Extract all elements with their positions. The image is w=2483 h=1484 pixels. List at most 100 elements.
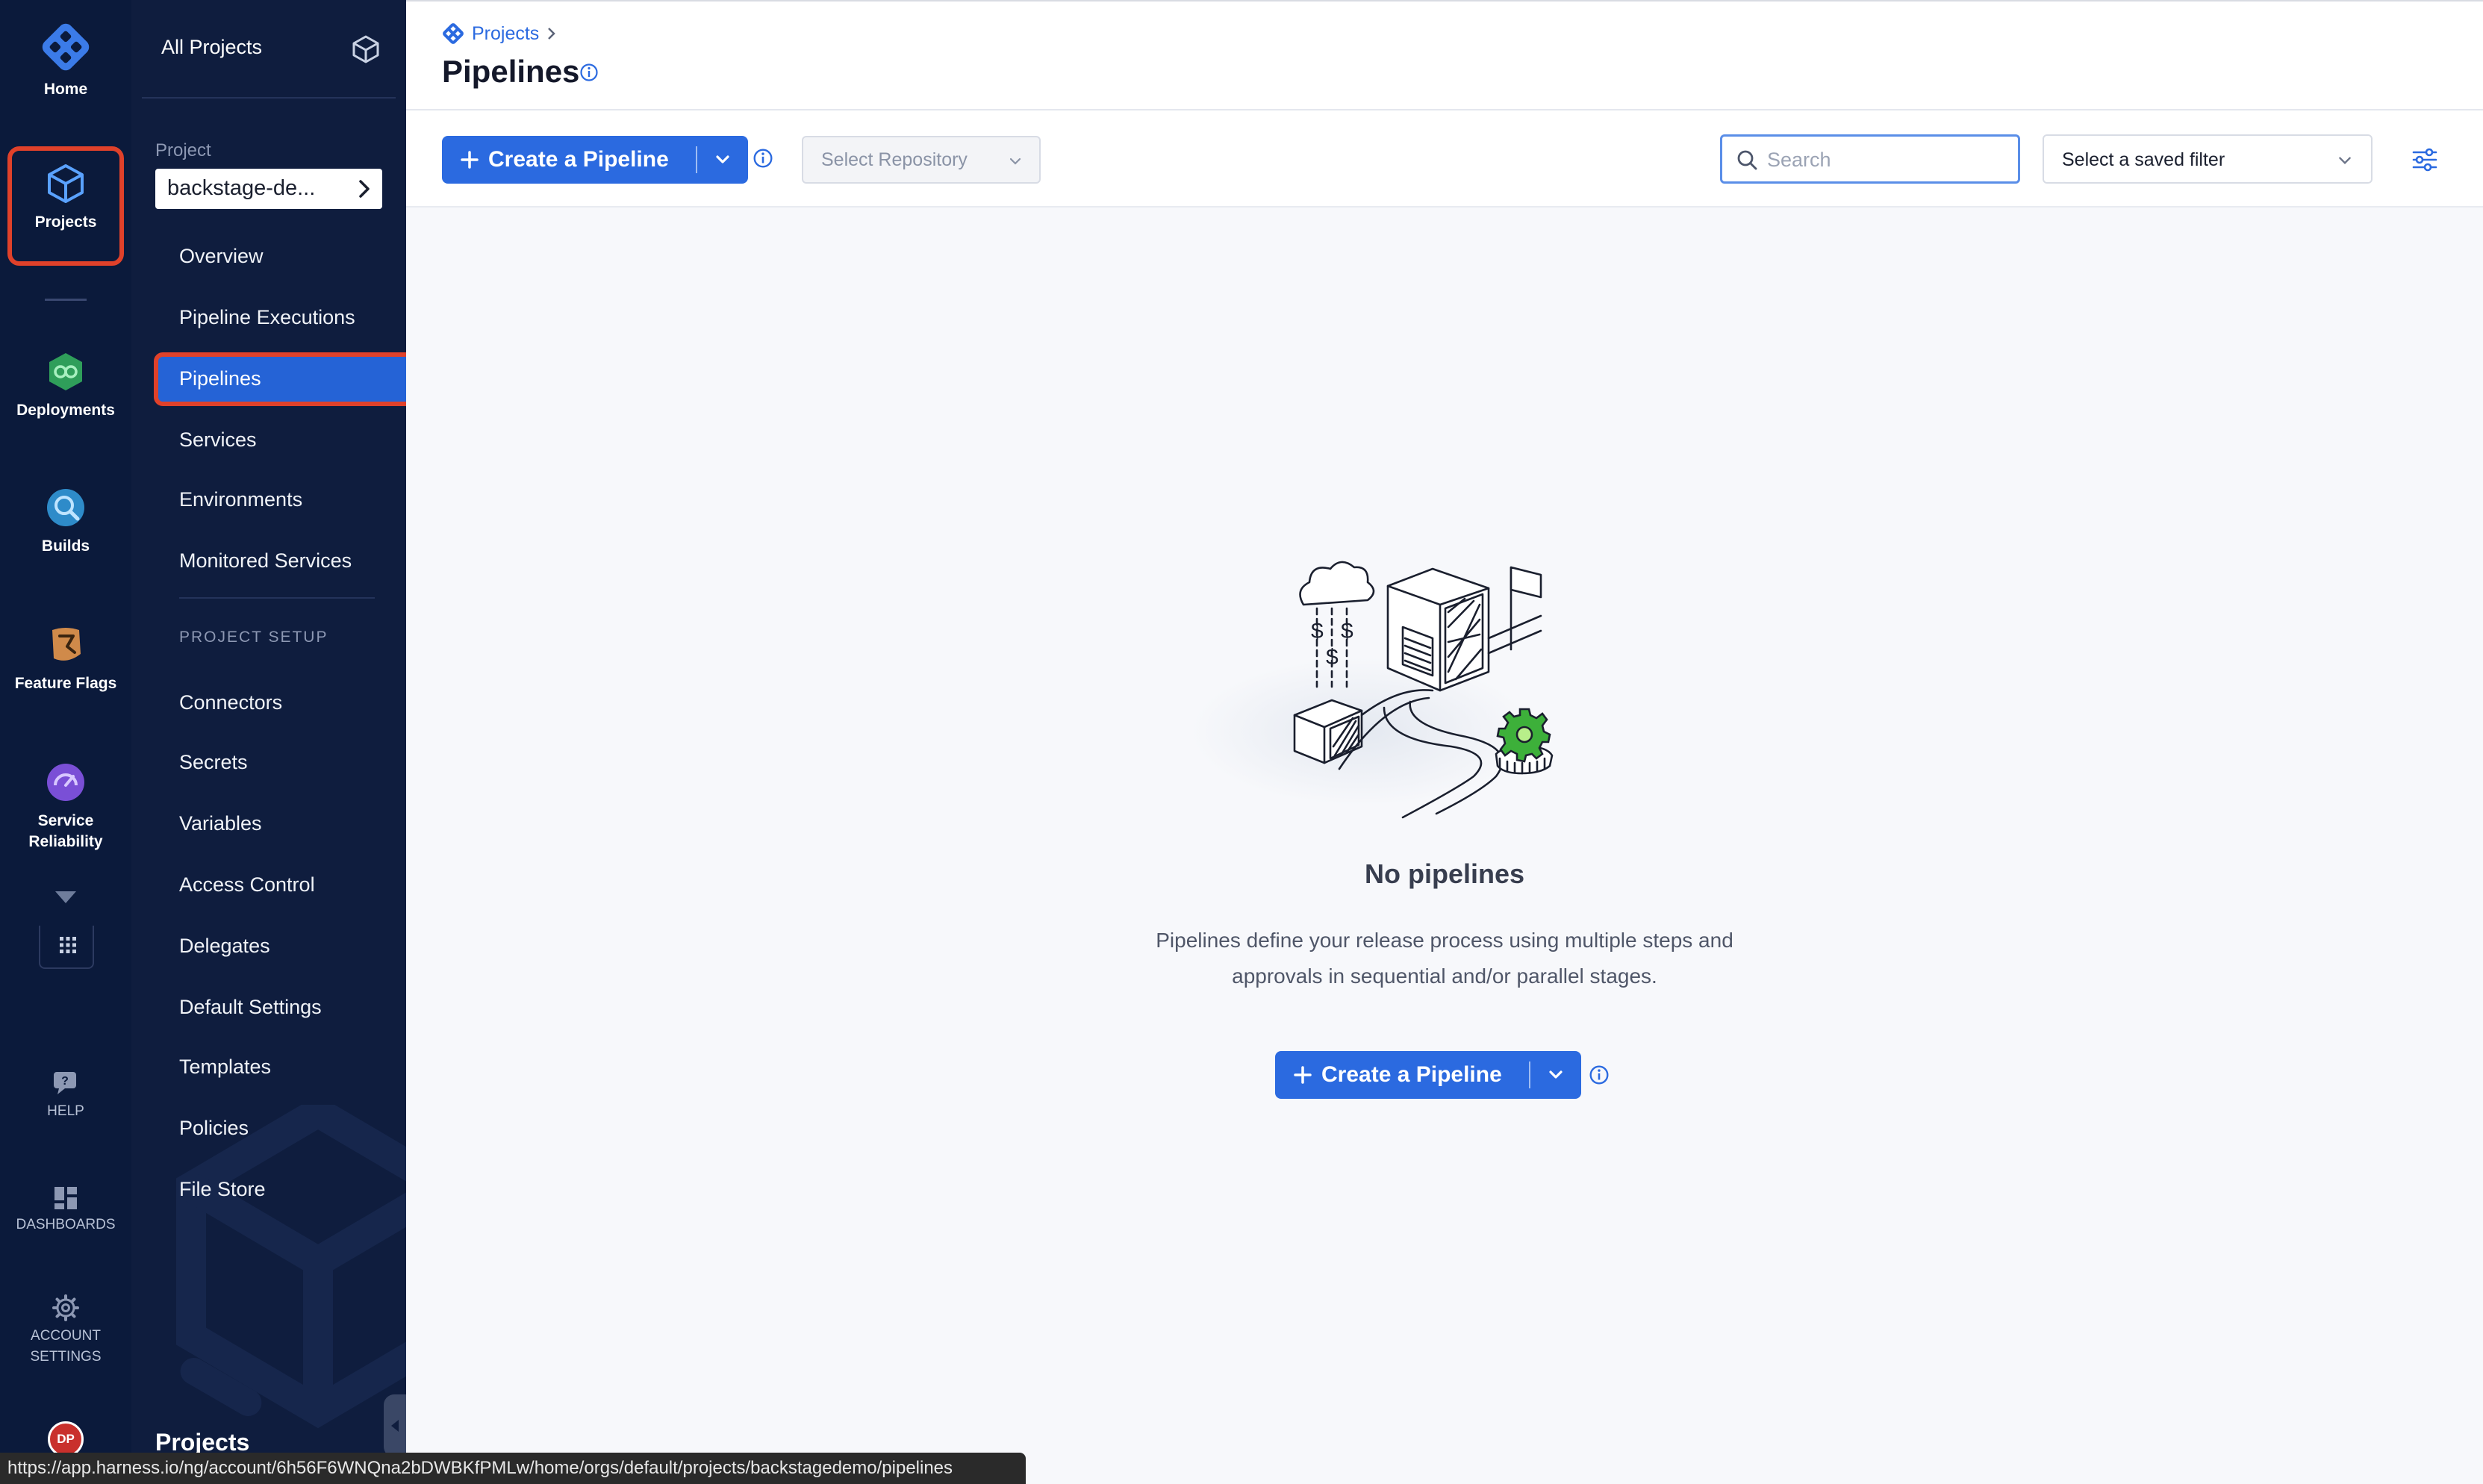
sidebar-item-services[interactable]: Services: [179, 427, 257, 452]
primary-nav: Home Projects Deployments Builds Feature…: [0, 0, 131, 1484]
sidebar-item-overview[interactable]: Overview: [179, 243, 264, 269]
chevron-down-icon: [2339, 157, 2351, 165]
harness-logo-icon: [42, 23, 90, 71]
nav-builds[interactable]: Builds: [0, 487, 131, 557]
create-pipeline-label: Create a Pipeline: [488, 147, 669, 172]
sidebar-collapse-handle[interactable]: [384, 1394, 406, 1457]
grid-icon: [60, 937, 76, 953]
sidebar-item-connectors[interactable]: Connectors: [179, 690, 282, 715]
sidebar-item-delegates[interactable]: Delegates: [179, 933, 270, 958]
search-placeholder: Search: [1767, 149, 1831, 171]
sidebar-item-secrets[interactable]: Secrets: [179, 749, 248, 775]
sidebar-item-environments[interactable]: Environments: [179, 487, 302, 512]
nav-service-reliability[interactable]: Service Reliability: [0, 761, 131, 852]
svg-text:$: $: [1326, 645, 1339, 670]
chevron-right-icon: [359, 180, 370, 198]
saved-filter-dropdown[interactable]: Select a saved filter: [2043, 134, 2373, 184]
plus-icon: [461, 151, 479, 169]
sidebar-item-default-settings[interactable]: Default Settings: [179, 994, 322, 1020]
sidebar-watermark-logo: [176, 1105, 406, 1429]
select-repository-dropdown[interactable]: Select Repository: [802, 136, 1041, 184]
harness-breadcrumb-icon: [443, 23, 464, 44]
project-caption: Project: [155, 140, 211, 160]
all-projects-link[interactable]: All Projects: [161, 36, 262, 59]
info-icon[interactable]: [579, 63, 599, 82]
search-input[interactable]: Search: [1720, 134, 2020, 184]
nav-help-label: HELP: [47, 1103, 84, 1119]
nav-dashboards-label: DASHBOARDS: [16, 1217, 116, 1232]
empty-state-title: No pipelines: [1364, 858, 1525, 889]
breadcrumb-projects-link[interactable]: Projects: [472, 23, 539, 45]
nav-projects-label: Projects: [34, 213, 97, 231]
breadcrumb-chevron-icon: [548, 28, 556, 40]
nav-projects[interactable]: Projects: [0, 163, 131, 233]
chevron-down-icon[interactable]: [1547, 1066, 1565, 1084]
nav-deployments[interactable]: Deployments: [0, 351, 131, 421]
nav-account-settings[interactable]: ACCOUNT SETTINGS: [0, 1294, 131, 1368]
sidebar-item-pipeline-executions[interactable]: Pipeline Executions: [179, 305, 355, 330]
cube-icon: [48, 164, 84, 203]
nav-feature-flags[interactable]: Feature Flags: [0, 624, 131, 694]
nav-home[interactable]: Home: [0, 22, 131, 100]
create-pipeline-button[interactable]: Create a Pipeline: [442, 136, 748, 184]
page-title: Pipelines: [442, 54, 580, 89]
main-content: Projects Pipelines Create a Pipeline Sel…: [406, 0, 2483, 1484]
project-selector-value: backstage-de...: [167, 176, 316, 200]
nav-dashboards[interactable]: DASHBOARDS: [0, 1185, 131, 1235]
nav-deployments-label: Deployments: [16, 402, 115, 419]
sidebar-item-access-control[interactable]: Access Control: [179, 872, 315, 897]
all-projects-cube-icon[interactable]: [351, 34, 381, 64]
pipelines-toolbar: Create a Pipeline Select Repository Sear…: [406, 110, 2483, 208]
saved-filter-value: Select a saved filter: [2062, 149, 2225, 170]
help-icon: ?: [54, 1072, 76, 1094]
empty-state-description: Pipelines define your release process us…: [1156, 929, 1733, 988]
nav-account-settings-label: ACCOUNT SETTINGS: [30, 1328, 102, 1365]
sidebar-divider: [142, 97, 396, 99]
nav-service-reliability-label: Service Reliability: [28, 812, 103, 850]
sidebar-item-pipelines[interactable]: Pipelines: [179, 366, 261, 391]
project-selector[interactable]: backstage-de...: [155, 169, 382, 209]
filter-settings-icon[interactable]: [2411, 146, 2438, 173]
empty-create-pipeline-button[interactable]: Create a Pipeline: [1275, 1051, 1581, 1099]
nav-apps-button[interactable]: [39, 926, 94, 969]
sidebar-item-variables[interactable]: Variables: [179, 811, 262, 836]
sidebar-item-templates[interactable]: Templates: [179, 1054, 271, 1079]
empty-create-info-icon[interactable]: [1589, 1064, 1610, 1085]
nav-help[interactable]: ? HELP: [0, 1069, 131, 1121]
nav-expand-chevron-icon[interactable]: [54, 890, 78, 905]
service-reliability-icon: [47, 764, 84, 801]
deployments-icon: [49, 353, 82, 390]
nav-feature-flags-label: Feature Flags: [14, 675, 117, 692]
nav-home-label: Home: [43, 81, 88, 98]
svg-text:$: $: [1341, 619, 1353, 643]
sidebar-item-policies[interactable]: Policies: [179, 1115, 249, 1141]
gear-icon: [52, 1294, 79, 1321]
collapse-arrow-icon: [391, 1420, 399, 1432]
empty-create-pipeline-label: Create a Pipeline: [1321, 1062, 1502, 1087]
svg-text:$: $: [1311, 619, 1324, 643]
project-sidebar: All Projects Project backstage-de... Ove…: [131, 0, 406, 1484]
project-setup-heading: PROJECT SETUP: [179, 629, 328, 646]
svg-text:?: ?: [61, 1075, 69, 1088]
dashboards-icon: [54, 1187, 77, 1209]
chevron-down-icon[interactable]: [714, 151, 732, 169]
empty-pipeline-illustration: $ $ $: [1293, 561, 1554, 819]
select-repository-placeholder: Select Repository: [821, 149, 968, 170]
create-info-icon[interactable]: [753, 148, 773, 169]
sidebar-divider: [179, 597, 375, 599]
button-divider: [696, 146, 697, 173]
sidebar-item-monitored-services[interactable]: Monitored Services: [179, 548, 352, 573]
chevron-down-icon: [1009, 158, 1021, 165]
sidebar-item-file-store[interactable]: File Store: [179, 1176, 266, 1202]
builds-icon: [47, 489, 84, 526]
browser-status-url: https://app.harness.io/ng/account/6h56F6…: [0, 1453, 1026, 1484]
nav-builds-label: Builds: [41, 537, 90, 555]
nav-separator: [45, 299, 87, 301]
plus-icon: [1294, 1066, 1312, 1084]
page-header: Projects Pipelines: [406, 0, 2483, 110]
search-icon: [1737, 150, 1757, 170]
feature-flags-icon: [52, 628, 81, 661]
user-avatar[interactable]: DP: [48, 1421, 84, 1457]
button-divider: [1529, 1061, 1530, 1088]
breadcrumb: Projects: [442, 22, 557, 45]
